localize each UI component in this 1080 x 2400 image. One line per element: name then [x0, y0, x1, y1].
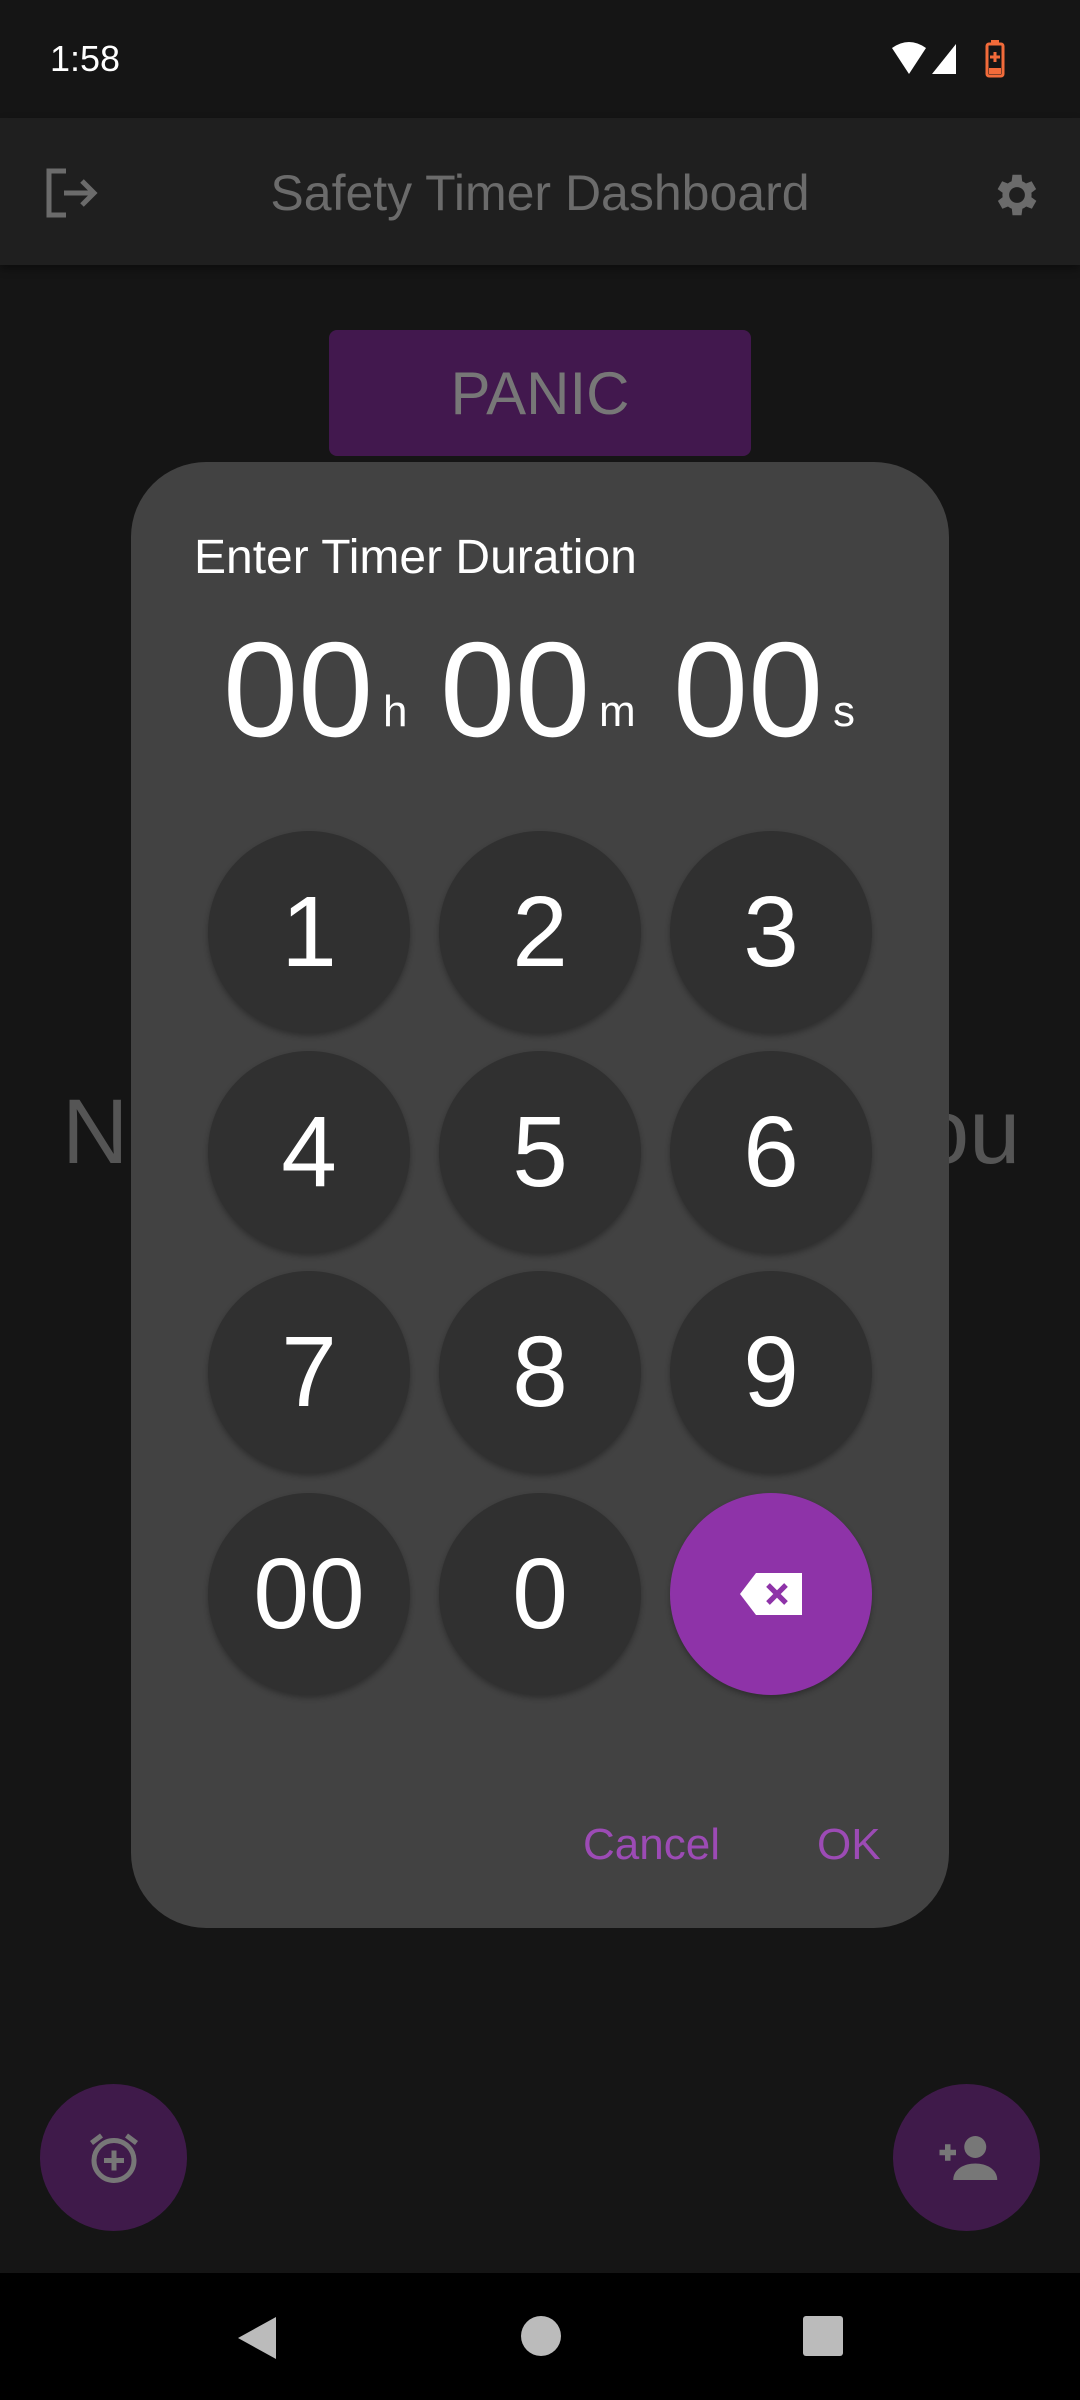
hours-unit: h: [383, 687, 408, 736]
seconds-value: 00: [673, 614, 824, 765]
recents-icon[interactable]: [802, 2315, 844, 2357]
battery-charging-icon: [985, 40, 1005, 78]
key-6[interactable]: 6: [670, 1051, 872, 1253]
gear-icon[interactable]: [990, 168, 1044, 222]
add-contact-fab[interactable]: [893, 2084, 1040, 2231]
signal-icon: [932, 44, 956, 74]
home-icon[interactable]: [520, 2315, 562, 2357]
key-8[interactable]: 8: [439, 1271, 641, 1473]
status-bar: 1:58: [0, 0, 1080, 118]
key-3[interactable]: 3: [670, 831, 872, 1033]
background-text-left: N: [62, 1081, 129, 1183]
navigation-bar: [0, 2273, 1080, 2400]
status-icons: [892, 40, 1005, 78]
add-person-icon: [939, 2135, 997, 2180]
app-bar: Safety Timer Dashboard: [0, 118, 1080, 265]
app-title: Safety Timer Dashboard: [270, 165, 810, 221]
timer-duration-dialog: Enter Timer Duration 00 h 00 m 00 s 1 2 …: [131, 462, 949, 1928]
backspace-button[interactable]: [670, 1493, 872, 1695]
back-icon[interactable]: [232, 2313, 282, 2363]
key-5[interactable]: 5: [439, 1051, 641, 1253]
add-alarm-icon: [89, 2133, 138, 2183]
status-time: 1:58: [50, 38, 121, 79]
minutes-value: 00: [440, 614, 591, 765]
key-1[interactable]: 1: [208, 831, 410, 1033]
hours-value: 00: [223, 614, 374, 765]
add-timer-fab[interactable]: [40, 2084, 187, 2231]
key-4[interactable]: 4: [208, 1051, 410, 1253]
key-2[interactable]: 2: [439, 831, 641, 1033]
seconds-unit: s: [833, 687, 855, 736]
backspace-icon: [740, 1573, 802, 1615]
panic-button[interactable]: PANIC: [329, 330, 751, 456]
key-0[interactable]: 0: [439, 1493, 641, 1695]
minutes-unit: m: [599, 687, 636, 736]
dialog-title: Enter Timer Duration: [194, 531, 637, 584]
ok-button[interactable]: OK: [817, 1820, 881, 1870]
key-7[interactable]: 7: [208, 1271, 410, 1473]
key-9[interactable]: 9: [670, 1271, 872, 1473]
key-00[interactable]: 00: [208, 1493, 410, 1695]
cancel-button[interactable]: Cancel: [583, 1820, 720, 1870]
wifi-icon: [892, 42, 926, 74]
